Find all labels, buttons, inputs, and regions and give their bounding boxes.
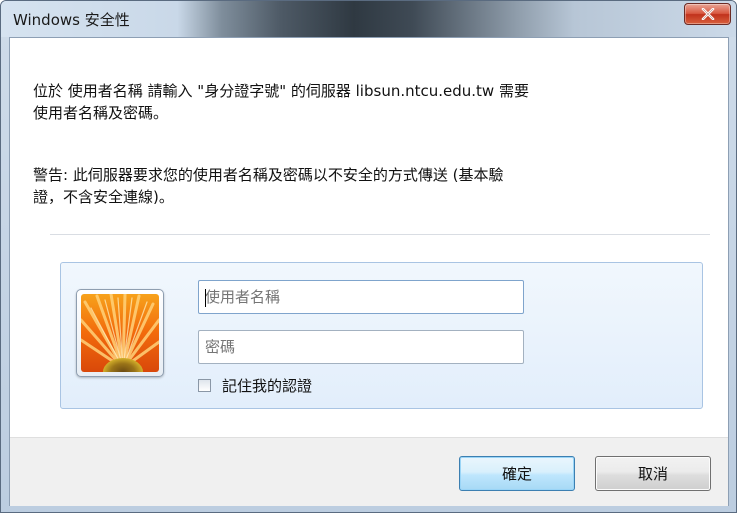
separator-line [50, 234, 710, 235]
avatar [76, 289, 164, 377]
user-tile-flower-icon [81, 294, 159, 372]
dialog-client-area: 位於 使用者名稱 請輸入 "身分證字號" 的伺服器 libsun.ntcu.ed… [9, 37, 729, 506]
remember-label[interactable]: 記住我的認證 [222, 375, 312, 396]
remember-checkbox[interactable] [198, 378, 211, 392]
ok-button[interactable]: 確定 [459, 456, 575, 491]
credential-tile[interactable]: 記住我的認證 [60, 262, 703, 409]
close-button[interactable] [684, 3, 731, 25]
username-input[interactable] [198, 280, 524, 314]
password-input[interactable] [198, 330, 524, 364]
security-warning: 警告: 此伺服器要求您的使用者名稱及密碼以不安全的方式傳送 (基本驗 證，不含安… [33, 166, 504, 206]
text-cursor [205, 289, 206, 307]
windows-security-dialog: Windows 安全性 位於 使用者名稱 請輸入 "身分證字號" 的伺服器 li… [0, 0, 737, 513]
close-icon [701, 8, 714, 20]
title-bar[interactable]: Windows 安全性 [1, 1, 736, 37]
window-title: Windows 安全性 [13, 11, 130, 29]
server-message: 位於 使用者名稱 請輸入 "身分證字號" 的伺服器 libsun.ntcu.ed… [33, 82, 529, 122]
remember-credentials-row[interactable]: 記住我的認證 [198, 374, 312, 396]
button-bar: 確定 取消 [10, 437, 728, 506]
cancel-button[interactable]: 取消 [595, 456, 711, 491]
